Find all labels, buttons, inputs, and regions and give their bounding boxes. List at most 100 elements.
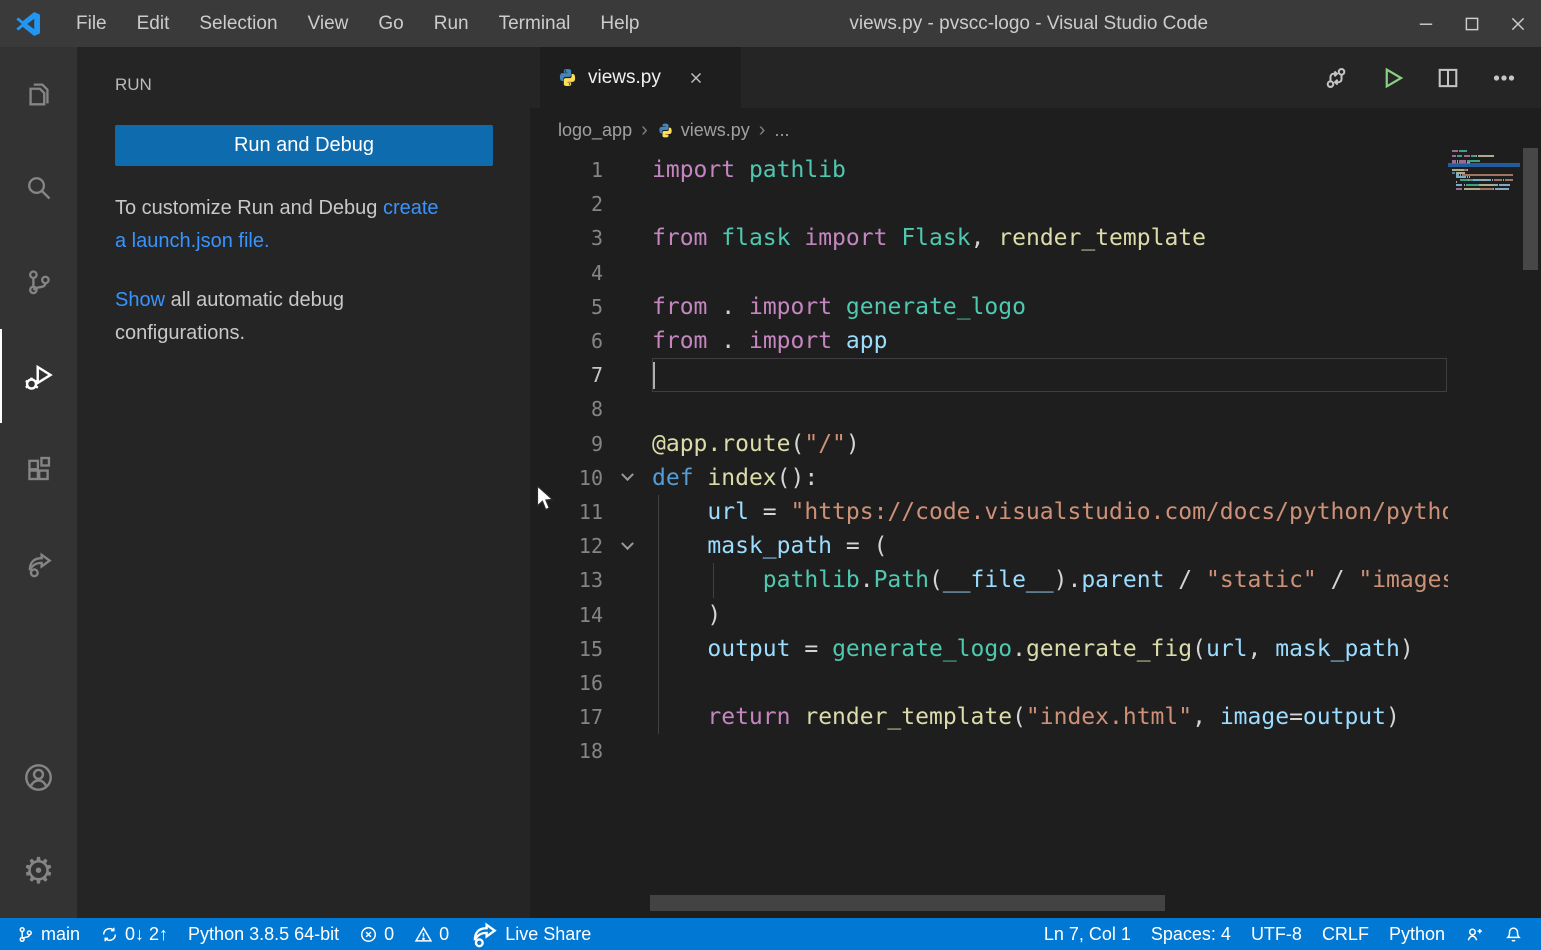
gear-icon: ⚙ — [22, 853, 54, 889]
minimap[interactable] — [1448, 150, 1520, 270]
menu-selection[interactable]: Selection — [184, 0, 292, 47]
status-eol[interactable]: CRLF — [1312, 918, 1379, 950]
code-line-7[interactable]: 7 — [530, 358, 1448, 392]
vertical-scrollbar[interactable] — [1520, 47, 1541, 895]
python-icon — [657, 122, 674, 139]
breadcrumb-item-views-py[interactable]: views.py — [657, 120, 750, 141]
status-language-mode[interactable]: Python — [1379, 918, 1455, 950]
code-line-11[interactable]: 11 url = "https://code.visualstudio.com/… — [530, 495, 1448, 529]
minimap-line — [1452, 150, 1467, 152]
sidebar-run-panel: RUN Run and Debug To customize Run and D… — [77, 47, 530, 918]
status-branch[interactable]: main — [6, 918, 90, 950]
code-line-8[interactable]: 8 — [530, 392, 1448, 426]
status-indentation[interactable]: Spaces: 4 — [1141, 918, 1241, 950]
status-encoding[interactable]: UTF-8 — [1241, 918, 1312, 950]
activity-item-account[interactable] — [0, 730, 77, 824]
activity-item-search[interactable] — [0, 141, 77, 235]
status-python-version[interactable]: Python 3.8.5 64-bit — [178, 918, 349, 950]
activity-item-live-share[interactable] — [0, 517, 77, 611]
menu-go[interactable]: Go — [363, 0, 418, 47]
tab-views-py[interactable]: views.py — [540, 47, 741, 108]
minimap-current-line — [1448, 163, 1520, 167]
code-text: def index(): — [652, 465, 818, 491]
line-number: 6 — [530, 329, 603, 353]
run-and-debug-button[interactable]: Run and Debug — [115, 125, 493, 166]
line-number: 8 — [530, 397, 603, 421]
code-line-2[interactable]: 2 — [530, 187, 1448, 221]
split-editor-button[interactable] — [1427, 57, 1469, 99]
code-text: output = generate_logo.generate_fig(url,… — [652, 636, 1414, 662]
vscode-logo-icon — [13, 9, 43, 39]
open-changes-button[interactable] — [1315, 57, 1357, 99]
editor-group: views.py logo_app›views.py›... 1import p… — [530, 47, 1541, 918]
code-editor[interactable]: 1import pathlib23from flask import Flask… — [530, 152, 1448, 895]
menu-edit[interactable]: Edit — [122, 0, 185, 47]
code-line-13[interactable]: 13 pathlib.Path(__file__).parent / "stat… — [530, 563, 1448, 597]
code-line-4[interactable]: 4 — [530, 256, 1448, 290]
activity-item-run-and-debug[interactable] — [0, 329, 77, 423]
vertical-scrollbar-thumb[interactable] — [1523, 148, 1538, 270]
code-line-9[interactable]: 9@app.route("/") — [530, 427, 1448, 461]
breadcrumb-separator-icon: › — [641, 119, 648, 142]
menu-help[interactable]: Help — [585, 0, 654, 47]
menu-run[interactable]: Run — [419, 0, 484, 47]
code-line-1[interactable]: 1import pathlib — [530, 153, 1448, 187]
code-line-10[interactable]: 10def index(): — [530, 461, 1448, 495]
fold-chevron-icon[interactable] — [603, 542, 652, 551]
fold-chevron-icon[interactable] — [603, 473, 652, 482]
close-window-icon[interactable] — [1495, 0, 1541, 47]
open-changes-icon — [1323, 65, 1349, 91]
bell-icon — [1504, 925, 1523, 944]
error-icon — [359, 925, 378, 944]
breadcrumb-item-symbols[interactable]: ... — [774, 120, 789, 141]
status-feedback[interactable] — [1455, 918, 1494, 950]
account-icon — [23, 762, 54, 793]
activity-item-explorer[interactable] — [0, 47, 77, 141]
line-number: 5 — [530, 295, 603, 319]
code-line-18[interactable]: 18 — [530, 734, 1448, 768]
python-icon — [557, 67, 578, 88]
activity-item-source-control[interactable] — [0, 235, 77, 329]
minimize-icon[interactable] — [1403, 0, 1449, 47]
menu-file[interactable]: File — [61, 0, 122, 47]
tab-label: views.py — [588, 67, 661, 89]
files-icon — [24, 79, 54, 109]
close-tab-icon[interactable] — [683, 65, 709, 91]
maximize-icon[interactable] — [1449, 0, 1495, 47]
status-warnings[interactable]: 0 — [404, 918, 459, 950]
breadcrumb-item-logo_app[interactable]: logo_app — [558, 120, 632, 141]
indent-guide — [713, 563, 714, 597]
status-live-share[interactable]: Live Share — [459, 918, 601, 950]
status-sync[interactable]: 0↓ 2↑ — [90, 918, 178, 950]
activity-item-settings[interactable]: ⚙ — [0, 824, 77, 918]
code-line-5[interactable]: 5from . import generate_logo — [530, 290, 1448, 324]
horizontal-scrollbar-thumb[interactable] — [650, 895, 1165, 911]
sidebar-text: To customize Run and Debug — [115, 197, 383, 219]
code-line-12[interactable]: 12 mask_path = ( — [530, 529, 1448, 563]
tab-bar: views.py — [530, 47, 1541, 108]
more-actions-button[interactable] — [1483, 57, 1525, 99]
live-share-icon — [24, 549, 54, 579]
window-title: views.py - pvscc-logo - Visual Studio Co… — [655, 13, 1404, 35]
code-line-6[interactable]: 6from . import app — [530, 324, 1448, 358]
code-line-3[interactable]: 3from flask import Flask, render_templat… — [530, 221, 1448, 255]
run-python-file-icon — [1378, 64, 1406, 92]
status-errors[interactable]: 0 — [349, 918, 404, 950]
line-number: 17 — [530, 705, 603, 729]
code-line-15[interactable]: 15 output = generate_logo.generate_fig(u… — [530, 632, 1448, 666]
code-line-14[interactable]: 14 ) — [530, 598, 1448, 632]
sidebar-link[interactable]: create — [383, 197, 439, 219]
status-cursor-position[interactable]: Ln 7, Col 1 — [1034, 918, 1141, 950]
menu-terminal[interactable]: Terminal — [484, 0, 586, 47]
minimap-line — [1452, 188, 1509, 190]
code-line-17[interactable]: 17 return render_template("index.html", … — [530, 700, 1448, 734]
activity-item-extensions[interactable] — [0, 423, 77, 517]
line-number: 11 — [530, 500, 603, 524]
sidebar-link[interactable]: a launch.json file. — [115, 230, 270, 252]
status-notifications[interactable] — [1494, 918, 1533, 950]
menu-view[interactable]: View — [293, 0, 364, 47]
title-bar: FileEditSelectionViewGoRunTerminalHelp v… — [0, 0, 1541, 47]
run-python-file-button[interactable] — [1371, 57, 1413, 99]
code-line-16[interactable]: 16 — [530, 666, 1448, 700]
sidebar-link[interactable]: Show — [115, 289, 165, 311]
